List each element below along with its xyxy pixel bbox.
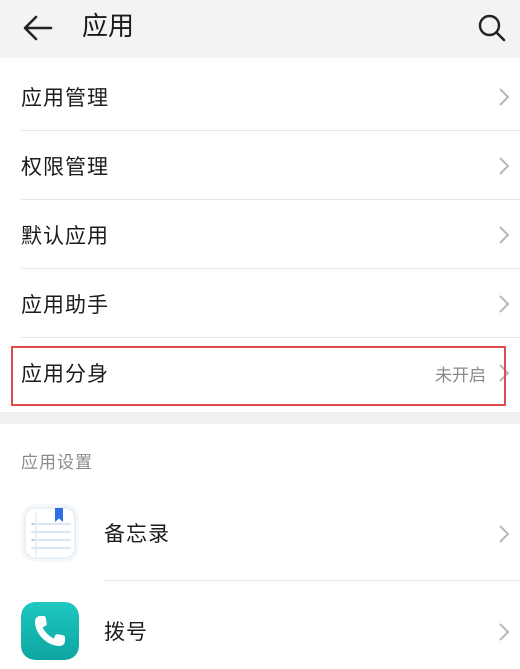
- arrow-left-icon: [23, 15, 53, 41]
- section-separator: [0, 412, 520, 424]
- list-item-default-apps[interactable]: 默认应用: [0, 200, 520, 269]
- app-item-dialer[interactable]: 拨号: [0, 594, 520, 669]
- chevron-right-icon: [499, 294, 510, 313]
- chevron-right-icon: [499, 364, 510, 382]
- divider: [104, 580, 520, 581]
- list-item-label: 应用管理: [21, 85, 109, 110]
- back-button[interactable]: [18, 8, 58, 48]
- app-item-notes[interactable]: 备忘录: [0, 496, 520, 576]
- app-twin-status: 未开启: [435, 365, 486, 386]
- list-item-permission-management[interactable]: 权限管理: [0, 131, 520, 200]
- list-item-app-twin[interactable]: 应用分身 未开启: [0, 338, 520, 408]
- header-bar: 应用: [0, 0, 520, 58]
- phone-icon: [21, 602, 79, 660]
- chevron-right-icon: [499, 525, 510, 543]
- chevron-right-icon: [499, 87, 510, 106]
- search-button[interactable]: [472, 8, 512, 48]
- main-settings-list: 应用管理 权限管理 默认应用 应用助手 应用分身 未开启: [0, 62, 520, 408]
- list-item-app-management[interactable]: 应用管理: [0, 62, 520, 131]
- section-title: 应用设置: [21, 453, 93, 473]
- list-item-app-assistant[interactable]: 应用助手: [0, 269, 520, 338]
- list-item-label: 应用助手: [21, 292, 109, 317]
- chevron-right-icon: [499, 225, 510, 244]
- search-icon: [478, 14, 506, 42]
- list-item-label: 应用分身: [21, 362, 109, 386]
- chevron-right-icon: [499, 156, 510, 175]
- app-item-label: 拨号: [104, 620, 148, 644]
- list-item-label: 默认应用: [21, 223, 109, 248]
- app-settings-screen: 应用 应用管理 权限管理 默认应用 应用助手 应用分身 未开启 应用设置 备忘录…: [0, 0, 520, 669]
- notepad-icon: [21, 504, 79, 562]
- app-item-label: 备忘录: [104, 522, 170, 546]
- page-title: 应用: [82, 12, 135, 42]
- chevron-right-icon: [499, 623, 510, 641]
- list-item-label: 权限管理: [21, 154, 109, 179]
